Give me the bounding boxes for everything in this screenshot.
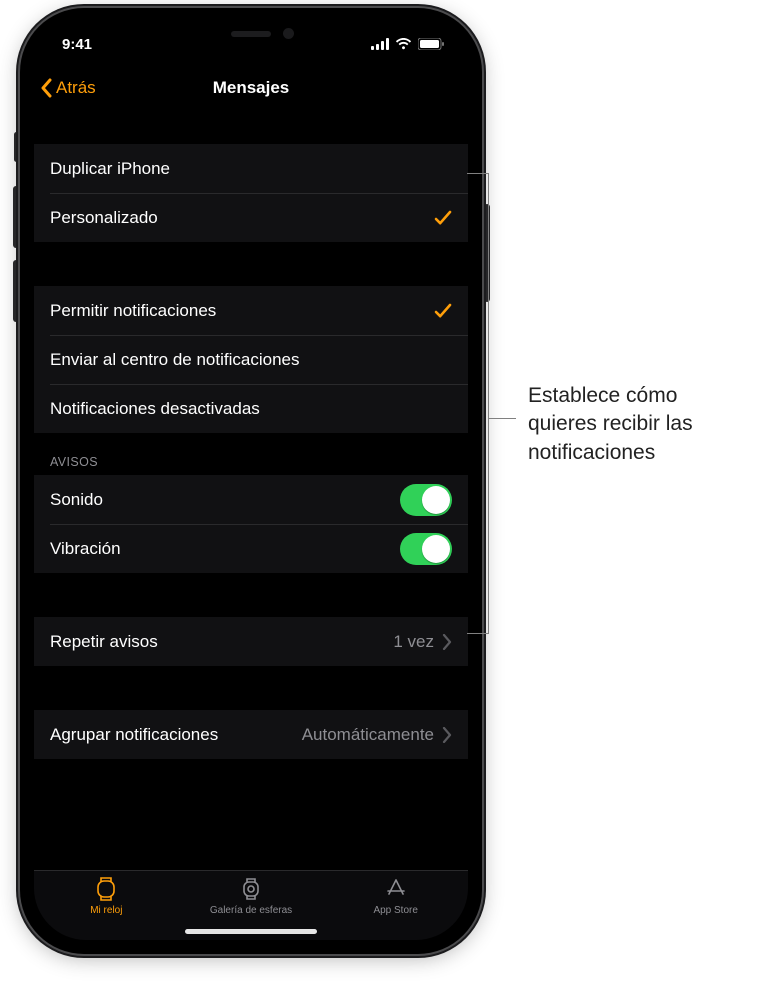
cellular-icon — [371, 38, 389, 50]
nav-title: Mensajes — [213, 78, 290, 98]
power-button — [484, 204, 490, 302]
cell-label: Vibración — [50, 539, 121, 559]
volume-down — [13, 260, 19, 322]
cell-label: Personalizado — [50, 208, 158, 228]
cell-send-notification-center[interactable]: Enviar al centro de notificaciones — [34, 335, 468, 384]
haptic-toggle[interactable] — [400, 533, 452, 565]
screen: 9:41 Atrás Mensajes — [34, 22, 468, 940]
cell-label: Notificaciones desactivadas — [50, 399, 260, 419]
cell-label: Duplicar iPhone — [50, 159, 170, 179]
mute-switch — [14, 132, 19, 162]
battery-icon — [418, 38, 444, 50]
home-indicator[interactable] — [185, 929, 317, 934]
notch — [153, 22, 349, 52]
cell-mirror-iphone[interactable]: Duplicar iPhone — [34, 144, 468, 193]
tab-label: App Store — [373, 905, 417, 916]
callout-bracket — [467, 633, 488, 634]
cell-custom[interactable]: Personalizado — [34, 193, 468, 242]
back-button[interactable]: Atrás — [40, 78, 96, 98]
phone-frame: 9:41 Atrás Mensajes — [20, 8, 482, 954]
back-label: Atrás — [56, 78, 96, 98]
tab-app-store[interactable]: App Store — [323, 871, 468, 940]
cell-value: Automáticamente — [302, 725, 434, 745]
checkmark-icon — [434, 209, 452, 227]
chevron-left-icon — [40, 78, 54, 98]
tab-my-watch[interactable]: Mi reloj — [34, 871, 179, 940]
callout-bracket — [488, 173, 489, 634]
cell-label: Repetir avisos — [50, 632, 158, 652]
cell-allow-notifications[interactable]: Permitir notificaciones — [34, 286, 468, 335]
chevron-right-icon — [442, 634, 452, 650]
cell-repeat-alerts[interactable]: Repetir avisos 1 vez — [34, 617, 468, 666]
tab-label: Galería de esferas — [210, 905, 292, 916]
checkmark-icon — [434, 302, 452, 320]
watch-face-icon — [236, 876, 266, 902]
section-header-alerts: AVISOS — [34, 433, 468, 475]
cell-haptic[interactable]: Vibración — [34, 524, 468, 573]
volume-up — [13, 186, 19, 248]
watch-icon — [91, 876, 121, 902]
status-right — [371, 38, 444, 50]
cell-value: 1 vez — [393, 632, 434, 652]
cell-label: Sonido — [50, 490, 103, 510]
cell-label: Agrupar notificaciones — [50, 725, 218, 745]
settings-list[interactable]: Duplicar iPhone Personalizado Permitir n… — [34, 110, 468, 870]
sound-toggle[interactable] — [400, 484, 452, 516]
annotation-text: Establece cómo quieres recibir las notif… — [528, 382, 738, 467]
cell-group-notifications[interactable]: Agrupar notificaciones Automáticamente — [34, 710, 468, 759]
status-time: 9:41 — [62, 36, 92, 53]
callout-leader — [488, 418, 516, 419]
wifi-icon — [395, 38, 412, 50]
callout-bracket — [467, 173, 488, 174]
cell-sound[interactable]: Sonido — [34, 475, 468, 524]
cell-label: Enviar al centro de notificaciones — [50, 350, 299, 370]
nav-bar: Atrás Mensajes — [34, 66, 468, 110]
cell-label: Permitir notificaciones — [50, 301, 216, 321]
cell-notifications-off[interactable]: Notificaciones desactivadas — [34, 384, 468, 433]
chevron-right-icon — [442, 727, 452, 743]
app-store-icon — [381, 876, 411, 902]
tab-label: Mi reloj — [90, 905, 122, 916]
